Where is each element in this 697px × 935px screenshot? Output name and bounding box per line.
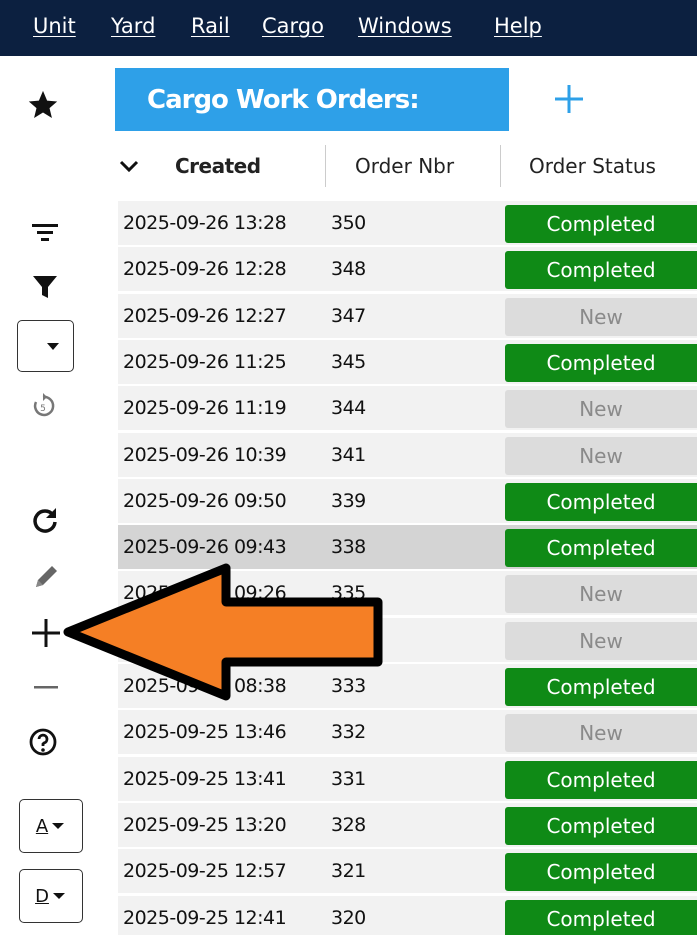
cell-order-nbr: 341: [331, 443, 366, 466]
status-badge: Completed: [505, 668, 697, 706]
cell-order-nbr: 350: [331, 212, 366, 234]
cell-created: 2025-09-26 12:28: [123, 258, 287, 281]
cell-order-nbr: 347: [331, 304, 366, 327]
cell-order-nbr: 332: [331, 721, 366, 744]
status-badge: New: [505, 714, 697, 753]
cell-order-nbr: 320: [331, 906, 366, 929]
status-badge: New: [505, 575, 697, 614]
status-badge: New: [505, 621, 697, 660]
chevron-down-icon: [52, 823, 65, 829]
restore-icon[interactable]: 5: [28, 391, 58, 421]
table-row[interactable]: 2025-09-26 12:28 348 Completed: [118, 247, 697, 292]
cell-created: 2025-09-25 13:41: [123, 767, 287, 790]
funnel-icon[interactable]: [29, 271, 61, 303]
cell-created: 2025-09-25 13:20: [123, 813, 287, 836]
column-header-order-status[interactable]: Order Status: [529, 141, 656, 191]
table-row[interactable]: 2025-09-25 12:57 321 Completed: [118, 849, 697, 894]
table-row[interactable]: 2025-09-26 11:19 344 New: [118, 386, 697, 431]
menu-bar: Unit Yard Rail Cargo Windows Help: [0, 0, 697, 56]
table-row[interactable]: 2025-09-26 12:27 347 New: [118, 293, 697, 338]
star-icon[interactable]: [24, 86, 62, 124]
chevron-down-icon: [52, 893, 65, 899]
sort-a-label: A: [35, 815, 49, 837]
tab-cargo-work-orders[interactable]: Cargo Work Orders:: [115, 68, 509, 131]
cell-created: 2025-09-26 09:50: [123, 489, 287, 512]
cell-order-nbr: 345: [331, 350, 366, 373]
view-dropdown-button[interactable]: [17, 320, 74, 372]
table-row[interactable]: 2025-09-26 11:25 345 Completed: [118, 339, 697, 384]
cell-created: 2025-09-25 12:41: [123, 906, 287, 929]
status-badge: Completed: [505, 482, 697, 521]
column-header-order-nbr[interactable]: Order Nbr: [355, 141, 454, 191]
menu-yard[interactable]: Yard: [111, 14, 155, 38]
tab-title: Cargo Work Orders:: [147, 84, 420, 115]
menu-help[interactable]: Help: [494, 14, 542, 38]
status-badge: Completed: [505, 806, 697, 845]
cell-created: 2025-09-26 11:25: [123, 350, 287, 373]
cell-created: 2025-09-26 10:39: [123, 443, 287, 466]
add-tab-button[interactable]: [548, 78, 590, 120]
sort-d-button[interactable]: D: [19, 869, 83, 923]
refresh-icon[interactable]: [28, 503, 62, 537]
status-badge: Completed: [505, 760, 697, 799]
collapse-toggle[interactable]: [119, 141, 149, 191]
table-row[interactable]: 2025-09-26 13:28 350 Completed: [118, 201, 697, 245]
cell-created: 2025-09-26 11:19: [123, 397, 287, 420]
status-badge: Completed: [505, 205, 697, 243]
plus-icon: [555, 85, 583, 113]
cell-order-nbr: 331: [331, 767, 366, 790]
sort-lines-icon[interactable]: [28, 217, 62, 247]
cell-created: 2025-09-26 12:27: [123, 304, 287, 327]
status-badge: Completed: [505, 251, 697, 290]
column-divider: [500, 145, 501, 187]
chevron-down-icon: [119, 160, 139, 173]
table-header: Created Order Nbr Order Status: [115, 141, 697, 191]
status-badge: New: [505, 297, 697, 336]
cell-order-nbr: 348: [331, 258, 366, 281]
table-row[interactable]: 2025-09-25 13:41 331 Completed: [118, 756, 697, 801]
sort-d-label: D: [35, 885, 49, 907]
cell-order-nbr: 344: [331, 397, 366, 420]
menu-rail[interactable]: Rail: [191, 14, 230, 38]
cell-created: 2025-09-25 12:57: [123, 860, 287, 883]
menu-unit[interactable]: Unit: [33, 14, 76, 38]
status-badge: Completed: [505, 899, 697, 935]
column-divider: [325, 145, 326, 187]
status-badge: Completed: [505, 853, 697, 892]
menu-cargo[interactable]: Cargo: [262, 14, 324, 38]
cell-created: 2025-09-25 13:46: [123, 721, 287, 744]
arrow-icon: [63, 563, 383, 701]
svg-text:5: 5: [40, 404, 46, 414]
cell-created: 2025-09-26 13:28: [123, 212, 287, 234]
table-row[interactable]: 2025-09-25 13:20 328 Completed: [118, 802, 697, 847]
menu-windows[interactable]: Windows: [358, 14, 452, 38]
cell-order-nbr: 339: [331, 489, 366, 512]
help-icon[interactable]: [26, 725, 60, 759]
table-row[interactable]: 2025-09-25 12:41 320 Completed: [118, 895, 697, 935]
status-badge: Completed: [505, 529, 697, 568]
status-badge: New: [505, 436, 697, 475]
table-row[interactable]: 2025-09-26 09:50 339 Completed: [118, 478, 697, 523]
cell-order-nbr: 328: [331, 813, 366, 836]
status-badge: New: [505, 390, 697, 429]
status-badge: Completed: [505, 343, 697, 382]
column-header-created[interactable]: Created: [175, 141, 261, 191]
table-row[interactable]: 2025-09-26 10:39 341 New: [118, 432, 697, 477]
table-row[interactable]: 2025-09-25 13:46 332 New: [118, 710, 697, 755]
sort-a-button[interactable]: A: [19, 799, 83, 853]
cell-order-nbr: 321: [331, 860, 366, 883]
